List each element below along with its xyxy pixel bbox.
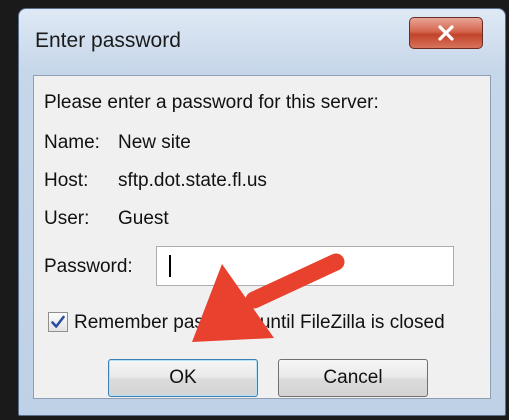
cancel-button[interactable]: Cancel [278, 359, 428, 397]
user-label: User: [44, 208, 90, 229]
password-dialog: Enter password Please enter a password f… [18, 8, 506, 416]
host-value: sftp.dot.state.fl.us [118, 170, 267, 191]
name-value: New site [118, 132, 191, 153]
remember-label[interactable]: Remember password until FileZilla is clo… [74, 312, 445, 334]
prompt-text: Please enter a password for this server: [44, 92, 379, 113]
password-label: Password: [44, 256, 133, 277]
close-icon [437, 25, 455, 41]
host-label: Host: [44, 170, 89, 191]
close-button[interactable] [409, 17, 483, 49]
dialog-body: Please enter a password for this server:… [33, 75, 491, 399]
name-label: Name: [44, 132, 100, 153]
remember-checkbox[interactable] [48, 312, 68, 332]
dialog-title: Enter password [35, 29, 181, 52]
user-value: Guest [118, 208, 169, 229]
password-input[interactable] [156, 246, 454, 286]
ok-button[interactable]: OK [108, 359, 258, 397]
text-caret [169, 255, 171, 277]
